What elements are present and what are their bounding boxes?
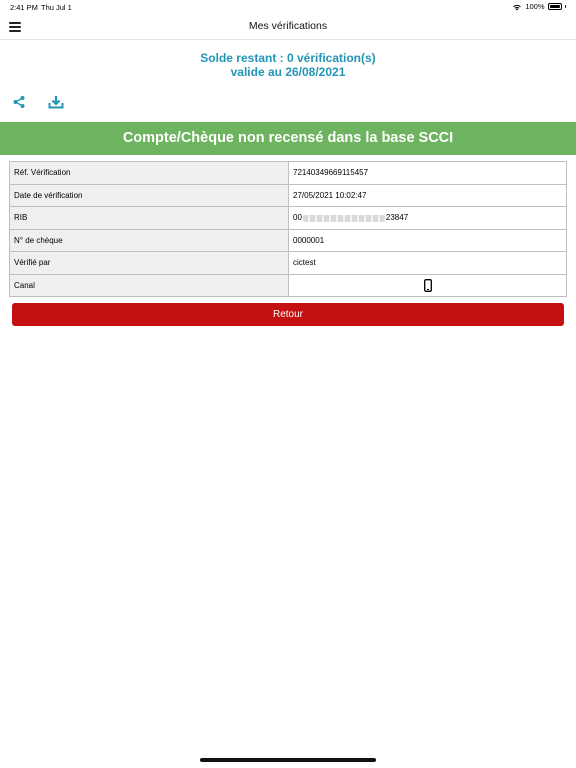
battery-percent: 100% <box>525 2 545 11</box>
table-row: Vérifié par cictest <box>9 251 567 275</box>
mobile-phone-icon <box>423 278 432 292</box>
verification-details-table: Réf. Vérification 72140349669115457 Date… <box>9 161 567 297</box>
table-row: Réf. Vérification 72140349669115457 <box>9 161 567 185</box>
download-icon[interactable] <box>48 95 64 109</box>
rib-prefix: 00 <box>293 213 302 223</box>
row-label: Canal <box>9 273 289 297</box>
balance-remaining: Solde restant : 0 vérification(s) <box>200 51 376 65</box>
row-label: Date de vérification <box>9 183 289 207</box>
wifi-icon <box>513 4 522 10</box>
rib-value: 00 23847 <box>288 206 567 230</box>
status-bar: 2:41 PM Thu Jul 1 100% <box>0 0 576 14</box>
result-banner: Compte/Chèque non recensé dans la base S… <box>0 122 576 155</box>
home-indicator <box>200 758 376 762</box>
canal-value <box>288 273 567 297</box>
rib-masked-digits <box>302 214 385 222</box>
table-row: Date de vérification 27/05/2021 10:02:47 <box>9 183 567 207</box>
back-button[interactable]: Retour <box>12 303 564 326</box>
status-date: Thu Jul 1 <box>41 3 72 12</box>
row-value: 27/05/2021 10:02:47 <box>288 183 567 207</box>
row-value: 72140349669115457 <box>288 161 567 185</box>
navigation-bar: Mes vérifications <box>0 14 576 40</box>
battery-tip <box>564 5 566 8</box>
rib-suffix: 23847 <box>385 213 409 223</box>
row-value: cictest <box>288 251 567 275</box>
row-label: Vérifié par <box>9 251 289 275</box>
status-indicators: 100% <box>512 2 566 11</box>
table-row: N° de chèque 0000001 <box>9 228 567 252</box>
status-time: 2:41 PM <box>10 3 38 12</box>
row-value: 0000001 <box>288 228 567 252</box>
row-label: Réf. Vérification <box>9 161 289 185</box>
row-label: N° de chèque <box>9 228 289 252</box>
table-row: RIB 00 23847 <box>9 206 567 230</box>
balance-info: Solde restant : 0 vérification(s) valide… <box>0 51 576 79</box>
share-icon[interactable] <box>12 95 26 109</box>
table-row: Canal <box>9 273 567 297</box>
balance-validity: valide au 26/08/2021 <box>230 65 346 79</box>
row-label: RIB <box>9 206 289 230</box>
battery-icon <box>547 3 562 10</box>
page-title: Mes vérifications <box>248 20 328 32</box>
